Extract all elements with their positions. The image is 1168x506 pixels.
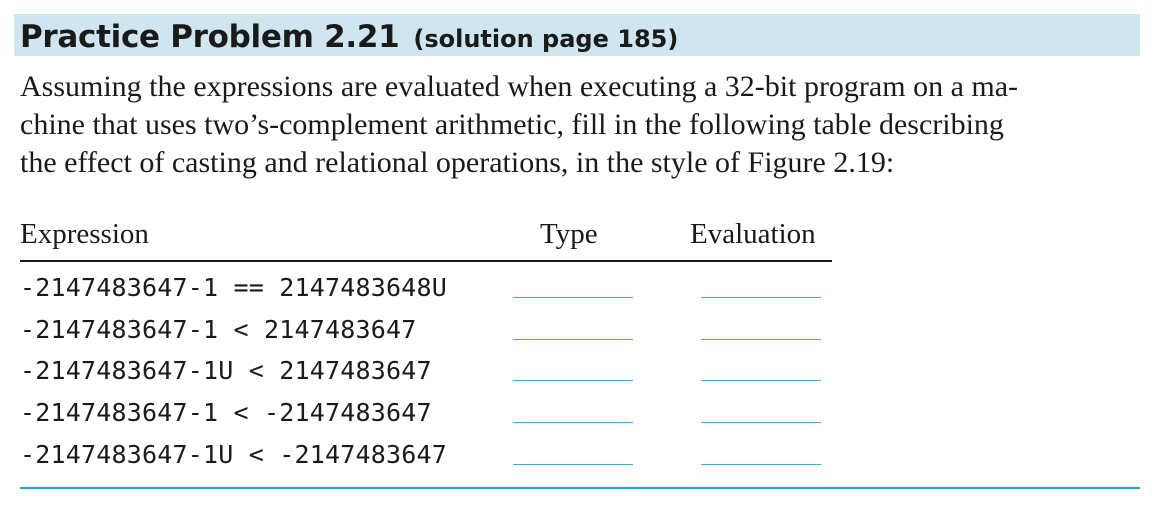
evaluation-answer-blank[interactable]: [701, 422, 821, 423]
table-row: -2147483647-1U < 2147483647: [20, 351, 832, 391]
evaluation-answer-blank[interactable]: [701, 380, 821, 381]
section-bottom-rule: [20, 487, 1140, 489]
table-row: -2147483647-1 < 2147483647: [20, 310, 832, 350]
expression-cell: -2147483647-1 < -2147483647: [20, 398, 432, 427]
type-answer-blank[interactable]: [513, 422, 633, 423]
table-row: -2147483647-1 < -2147483647: [20, 393, 832, 433]
evaluation-answer-blank[interactable]: [701, 297, 821, 298]
type-answer-blank[interactable]: [513, 297, 633, 298]
solution-reference: (solution page 185): [413, 25, 679, 53]
table-row: -2147483647-1 == 2147483648U: [20, 268, 832, 308]
expression-cell: -2147483647-1U < 2147483647: [20, 356, 432, 385]
problem-statement: Assuming the expressions are evaluated w…: [20, 68, 1145, 182]
statement-line: Assuming the expressions are evaluated w…: [20, 70, 1019, 103]
expression-cell: -2147483647-1 == 2147483648U: [20, 273, 448, 302]
table-header-rule: [20, 260, 832, 262]
column-header-expression: Expression: [20, 218, 149, 250]
problem-header: Practice Problem 2.21 (solution page 185): [20, 16, 678, 58]
type-answer-blank[interactable]: [513, 339, 633, 340]
statement-line: the effect of casting and relational ope…: [20, 146, 895, 179]
evaluation-answer-blank[interactable]: [701, 339, 821, 340]
table-row: -2147483647-1U < -2147483647: [20, 435, 832, 475]
problem-title: Practice Problem 2.21: [20, 19, 400, 55]
type-answer-blank[interactable]: [513, 464, 633, 465]
column-header-evaluation: Evaluation: [690, 218, 816, 250]
evaluation-answer-blank[interactable]: [701, 464, 821, 465]
column-header-type: Type: [540, 218, 598, 250]
statement-line: chine that uses two’s-complement arithme…: [20, 108, 1004, 141]
expression-cell: -2147483647-1U < -2147483647: [20, 440, 448, 469]
expression-cell: -2147483647-1 < 2147483647: [20, 315, 417, 344]
type-answer-blank[interactable]: [513, 380, 633, 381]
